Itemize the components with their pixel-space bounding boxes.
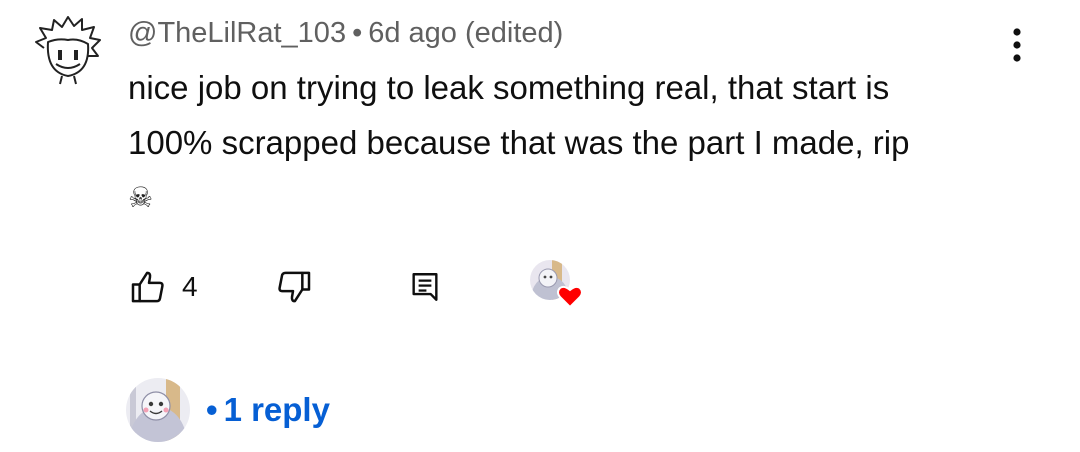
comment-header: @TheLilRat_103 • 6d ago (edited) [128,14,563,52]
replies-link[interactable]: • 1 reply [206,391,330,429]
author-name[interactable]: @TheLilRat_103 [128,17,346,49]
replies-label: 1 reply [223,391,330,428]
view-replies-button[interactable]: • 1 reply [124,376,330,444]
skull-emoji: ☠ [128,181,154,214]
comment-text-line: 100% scrapped because that was the part … [128,124,910,161]
comment-text-line: nice job on trying to leak something rea… [128,69,890,106]
comment-text: nice job on trying to leak something rea… [128,60,1028,170]
commenter-avatar[interactable] [32,14,104,86]
comment-icon [412,273,438,301]
replies-dot: • [206,391,218,428]
thumbs-up-icon [131,271,164,303]
header-separator: • [352,17,363,49]
creator-heart-icon [530,260,583,309]
creator-heart-badge [526,260,586,310]
like-button[interactable]: 4 [128,262,198,312]
comment-timestamp: 6d ago (edited) [368,17,564,49]
reply-author-avatar [126,378,190,442]
like-count: 4 [182,271,198,302]
thumbs-down-icon [278,271,311,303]
dislike-button[interactable] [274,262,314,312]
reply-button[interactable] [408,262,442,312]
